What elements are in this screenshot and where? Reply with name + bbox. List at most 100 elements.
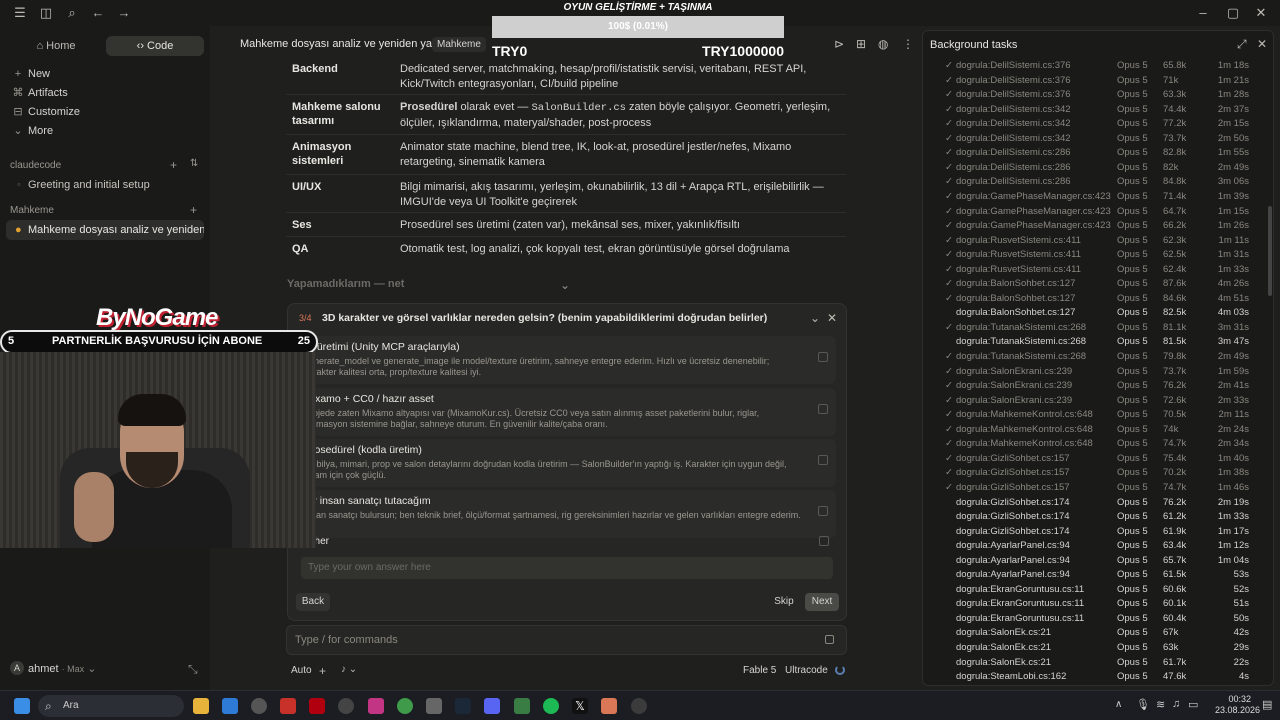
chevron-down-icon[interactable]: ⌄ (560, 278, 570, 292)
task-row[interactable]: dogrula:GizliSohbet.cs:174 Opus 5 76.2k 2m … (923, 496, 1253, 510)
chatgpt-icon[interactable] (338, 698, 354, 714)
artifacts-link[interactable]: ⌘ Artifacts (12, 85, 68, 101)
file-explorer-icon[interactable] (193, 698, 209, 714)
option-checkbox[interactable] (818, 455, 828, 465)
skip-button[interactable]: Skip (769, 593, 799, 611)
x-icon[interactable]: 𝕏 (572, 698, 588, 714)
windows-start-icon[interactable] (14, 698, 30, 714)
option-checkbox[interactable] (818, 352, 828, 362)
task-row[interactable]: ✓ dogrula:GizliSohbet.cs:157 Opus 5 74.7k 1m… (923, 481, 1253, 495)
task-row[interactable]: dogrula:AyarlarPanel.cs:94 Opus 5 61.5k 53s (923, 568, 1253, 582)
option-checkbox[interactable] (818, 404, 828, 414)
stop-icon[interactable] (825, 635, 834, 644)
speedometer-icon[interactable] (251, 698, 267, 714)
task-row[interactable]: ✓ dogrula:GamePhaseManager.cs:423 Opus 5 66… (923, 219, 1253, 233)
chat-item-mahkeme[interactable]: ● Mahkeme dosyası analiz ve yeniden yazım (6, 220, 204, 240)
avatar[interactable]: A (10, 661, 24, 675)
maximize-icon[interactable]: ▢ (1225, 5, 1241, 21)
task-row[interactable]: dogrula:SalonEk.cs:21 Opus 5 61.7k 22s (923, 656, 1253, 670)
option-mixamo[interactable]: Mixamo + CC0 / hazır asset Projede zaten … (298, 388, 836, 436)
task-row[interactable]: ✓ dogrula:SalonEkrani.cs:239 Opus 5 76.2k 2m… (923, 379, 1253, 393)
close-window-icon[interactable]: ✕ (1253, 5, 1269, 21)
task-row[interactable]: ✓ dogrula:GizliSohbet.cs:157 Opus 5 70.2k 1m… (923, 466, 1253, 480)
task-row[interactable]: dogrula:AyarlarPanel.cs:94 Opus 5 63.4k 1m … (923, 539, 1253, 553)
project-badge[interactable]: Mahkeme (432, 37, 486, 52)
task-row[interactable]: ✓ dogrula:BalonSohbet.cs:127 Opus 5 87.6k 4m… (923, 277, 1253, 291)
notification-icon[interactable]: ▤ (1262, 698, 1272, 711)
netflix-icon[interactable] (309, 698, 325, 714)
close-icon[interactable]: ✕ (1257, 37, 1267, 51)
chevron-down-icon[interactable]: ⌄ (810, 311, 820, 325)
other-checkbox[interactable] (819, 536, 829, 546)
collapse-icon[interactable]: ⤡ (188, 662, 198, 677)
task-row[interactable]: dogrula:EkranGoruntusu.cs:11 Opus 5 60.6k 5… (923, 583, 1253, 597)
discord-icon[interactable] (484, 698, 500, 714)
edge-icon[interactable] (222, 698, 238, 714)
customize-link[interactable]: ⊟ Customize (12, 104, 80, 120)
chevron-up-icon[interactable]: ∧ (1115, 699, 1122, 710)
taskbar-search[interactable]: ⌕ Ara (38, 695, 184, 717)
more-options-icon[interactable]: ⋮ (902, 37, 914, 51)
back-button[interactable]: Back (296, 593, 330, 611)
chat-title[interactable]: Mahkeme dosyası analiz ve yeniden yazım (240, 38, 450, 50)
option-ai[interactable]: AI üretimi (Unity MCP araçlarıyla) genera… (298, 336, 836, 384)
task-row[interactable]: dogrula:SalonEk.cs:21 Opus 5 67k 42s (923, 626, 1253, 640)
search-icon[interactable]: ⌕ (64, 5, 80, 21)
task-row[interactable]: dogrula:SteamLobi.cs:162 Opus 5 47.6k 4s (923, 670, 1253, 684)
task-row[interactable]: dogrula:EkranGoruntusu.cs:11 Opus 5 60.1k 5… (923, 597, 1253, 611)
composer[interactable]: Type / for commands (286, 625, 847, 655)
task-row[interactable]: ✓ dogrula:BalonSohbet.cs:127 Opus 5 84.6k 4m… (923, 292, 1253, 306)
task-row[interactable]: dogrula:GizliSohbet.cs:174 Opus 5 61.9k 1m … (923, 525, 1253, 539)
app-icon[interactable] (631, 698, 647, 714)
task-row[interactable]: ✓ dogrula:MahkemeKontrol.cs:648 Opus 5 74.7… (923, 437, 1253, 451)
instagram-icon[interactable] (368, 698, 384, 714)
option-checkbox[interactable] (818, 506, 828, 516)
more-link[interactable]: ⌄ More (12, 123, 53, 139)
forward-arrow-icon[interactable]: → (116, 5, 132, 21)
add-chat-icon[interactable]: + (190, 203, 197, 217)
option-procedural[interactable]: Prosedürel (kodla üretim) Mobilya, mimari… (298, 439, 836, 487)
mode-selector[interactable]: Auto (291, 665, 312, 676)
task-row[interactable]: ✓ dogrula:RusvetSistemi.cs:411 Opus 5 62.5k… (923, 248, 1253, 262)
task-row[interactable]: ✓ dogrula:SalonEkrani.cs:239 Opus 5 73.7k 1m… (923, 365, 1253, 379)
task-row[interactable]: dogrula:AyarlarPanel.cs:94 Opus 5 65.7k 1m … (923, 554, 1253, 568)
battery-icon[interactable]: ▭ (1188, 698, 1198, 711)
model-selector[interactable]: Fable 5 (743, 665, 776, 676)
add-chat-icon[interactable]: + (170, 158, 177, 172)
task-row[interactable]: ✓ dogrula:DelilSistemi.cs:376 Opus 5 65.8k 1… (923, 59, 1253, 73)
spotify-icon[interactable] (543, 698, 559, 714)
tab-home[interactable]: ⌂ Home (8, 36, 104, 56)
task-row[interactable]: ✓ dogrula:RusvetSistemi.cs:411 Opus 5 62.4k… (923, 263, 1253, 277)
task-row[interactable]: ✓ dogrula:DelilSistemi.cs:376 Opus 5 63.3k 1… (923, 88, 1253, 102)
effort-selector[interactable]: Ultracode (785, 665, 828, 676)
task-row[interactable]: ✓ dogrula:GamePhaseManager.cs:423 Opus 5 64… (923, 205, 1253, 219)
task-row[interactable]: ✓ dogrula:MahkemeKontrol.cs:648 Opus 5 74k 2… (923, 423, 1253, 437)
task-row[interactable]: ✓ dogrula:DelilSistemi.cs:286 Opus 5 84.8k 3… (923, 175, 1253, 189)
expand-icon[interactable]: ⤢ (1237, 37, 1247, 52)
minimize-icon[interactable]: – (1195, 5, 1211, 21)
tab-code[interactable]: ‹› Code (106, 36, 204, 56)
option-artist[interactable]: Bir insan sanatçı tutacağım İnsan sanatçı… (298, 490, 836, 538)
back-arrow-icon[interactable]: ← (90, 5, 106, 21)
microphone-icon[interactable]: 🎙 (1136, 698, 1150, 711)
task-row[interactable]: ✓ dogrula:DelilSistemi.cs:376 Opus 5 71k 1m … (923, 74, 1253, 88)
app-icon[interactable] (426, 698, 442, 714)
task-row[interactable]: ✓ dogrula:TutanakSistemi.cs:268 Opus 5 81.1… (923, 321, 1253, 335)
new-button[interactable]: + New (12, 66, 50, 82)
clock[interactable]: 00:32 23.08.2026 (1215, 694, 1260, 716)
task-row[interactable]: dogrula:BalonSohbet.cs:127 Opus 5 82.5k 4m … (923, 306, 1253, 320)
volume-icon[interactable]: ♫ (1172, 698, 1180, 710)
menu-icon[interactable]: ☰ (12, 5, 28, 21)
task-row[interactable]: dogrula:GizliSohbet.cs:174 Opus 5 61.2k 1m … (923, 510, 1253, 524)
task-row[interactable]: ✓ dogrula:RusvetSistemi.cs:411 Opus 5 62.3k… (923, 234, 1253, 248)
close-icon[interactable]: ✕ (827, 311, 837, 325)
task-row[interactable]: ✓ dogrula:GizliSohbet.cs:157 Opus 5 75.4k 1m… (923, 452, 1253, 466)
user-name[interactable]: ahmet · Max ⌄ (28, 662, 96, 675)
claude-icon[interactable] (601, 698, 617, 714)
task-row[interactable]: ✓ dogrula:DelilSistemi.cs:286 Opus 5 82k 2m … (923, 161, 1253, 175)
task-row[interactable]: ✓ dogrula:DelilSistemi.cs:286 Opus 5 82.8k 1… (923, 146, 1253, 160)
task-row[interactable]: dogrula:TutanakSistemi.cs:268 Opus 5 81.5k… (923, 335, 1253, 349)
layout-icon[interactable]: ⊞ (856, 37, 866, 51)
scrollbar[interactable] (1268, 206, 1272, 296)
task-row[interactable]: ✓ dogrula:MahkemeKontrol.cs:648 Opus 5 70.5… (923, 408, 1253, 422)
